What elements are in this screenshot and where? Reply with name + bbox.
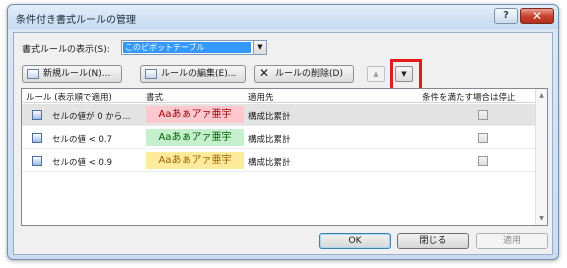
help-button[interactable]: ? — [494, 8, 518, 24]
stop-if-true-checkbox[interactable] — [478, 133, 488, 143]
delete-rule-label: ルールの削除(D) — [275, 69, 343, 79]
format-preview: Aaあぁアァ亜宇 — [146, 106, 244, 123]
applies-to-value[interactable]: 構成比累計 — [248, 110, 291, 122]
new-rule-label: 新規ルール(N)... — [43, 69, 111, 79]
scope-dropdown[interactable]: このピボットテーブル ▼ — [121, 40, 267, 55]
table-row[interactable]: セルの値が 0 から... Aaあぁアァ亜宇 構成比累計 — [22, 104, 536, 126]
column-header-stop-if-true: 条件を満たす場合は停止 — [422, 93, 516, 103]
format-preview: Aaあぁアァ亜宇 — [146, 129, 244, 146]
delete-rule-button[interactable]: ✕ ルールの削除(D) — [254, 65, 354, 83]
dialog-title: 条件付き書式ルールの管理 — [16, 15, 136, 26]
applies-to-value[interactable]: 構成比累計 — [248, 133, 291, 145]
close-icon: ✕ — [531, 9, 543, 23]
applies-to-value[interactable]: 構成比累計 — [248, 156, 291, 168]
rule-icon — [32, 133, 42, 143]
rule-icon — [32, 156, 42, 166]
scroll-down-icon[interactable]: ▼ — [536, 213, 547, 224]
help-icon: ? — [503, 10, 509, 21]
column-header-format: 書式 — [146, 93, 164, 103]
move-up-button[interactable]: ▲ — [367, 66, 385, 82]
stop-if-true-checkbox[interactable] — [478, 156, 488, 166]
apply-button[interactable]: 適用 — [476, 233, 548, 249]
rule-icon — [32, 110, 42, 120]
format-preview: Aaあぁアァ亜宇 — [146, 152, 244, 169]
title-bar: 条件付き書式ルールの管理 ? ✕ — [8, 5, 558, 29]
arrow-up-icon: ▲ — [373, 70, 379, 78]
new-rule-button[interactable]: 新規ルール(N)... — [22, 65, 122, 83]
rules-table: ルール (表示順で適用) 書式 適用先 条件を満たす場合は停止 セルの値が 0 … — [21, 88, 548, 226]
table-row[interactable]: セルの値 < 0.9 Aaあぁアァ亜宇 構成比累計 — [22, 150, 536, 172]
new-rule-icon — [27, 69, 39, 79]
chevron-down-icon[interactable]: ▼ — [253, 41, 266, 54]
stop-if-true-checkbox[interactable] — [478, 110, 488, 120]
highlight-box — [390, 59, 422, 91]
scroll-up-icon[interactable]: ▲ — [536, 90, 547, 101]
ok-button[interactable]: OK — [319, 233, 391, 249]
column-header-applies-to: 適用先 — [248, 93, 274, 103]
close-window-button[interactable]: ✕ — [520, 8, 554, 24]
table-header: ルール (表示順で適用) 書式 適用先 条件を満たす場合は停止 — [22, 89, 536, 103]
scope-label: 書式ルールの表示(S): — [22, 45, 110, 55]
edit-rule-icon — [145, 69, 157, 79]
rule-description: セルの値 < 0.9 — [52, 158, 113, 168]
delete-icon: ✕ — [259, 66, 270, 80]
scope-dropdown-value: このピボットテーブル — [123, 42, 251, 53]
vertical-scrollbar[interactable]: ▲ ▼ — [535, 89, 547, 225]
rule-description: セルの値 < 0.7 — [52, 135, 113, 145]
conditional-format-rules-dialog: 条件付き書式ルールの管理 ? ✕ 書式ルールの表示(S): このピボットテーブル… — [7, 4, 559, 260]
column-header-rule: ルール (表示順で適用) — [26, 93, 112, 103]
edit-rule-label: ルールの編集(E)... — [161, 69, 237, 79]
close-button[interactable]: 閉じる — [397, 233, 469, 249]
table-row[interactable]: セルの値 < 0.7 Aaあぁアァ亜宇 構成比累計 — [22, 127, 536, 149]
rule-description: セルの値が 0 から... — [52, 112, 131, 122]
edit-rule-button[interactable]: ルールの編集(E)... — [140, 65, 246, 83]
dialog-body: 書式ルールの表示(S): このピボットテーブル ▼ 新規ルール(N)... ルー… — [13, 32, 553, 255]
